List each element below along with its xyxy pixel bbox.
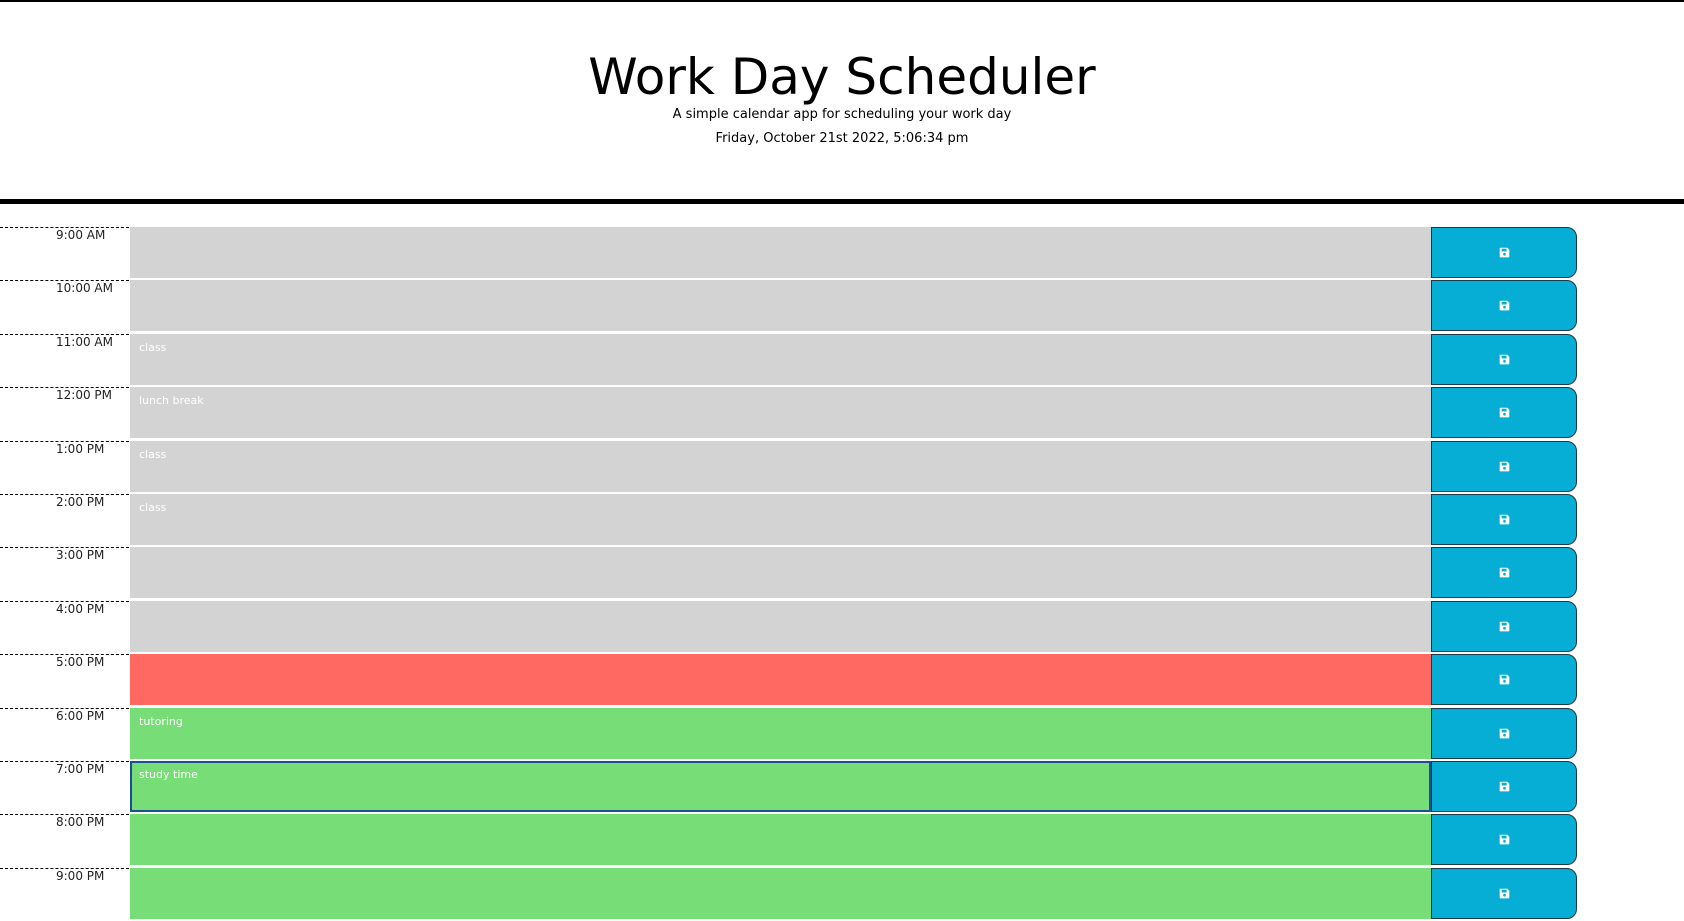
save-button[interactable]	[1431, 600, 1577, 652]
save-icon	[1499, 888, 1509, 898]
schedule-container: 9:00 AM 10:00 AM 11:00 AM class 12:00 PM lunc…	[0, 227, 1684, 921]
save-icon	[1499, 407, 1509, 418]
hour-text: 5:00 PM	[56, 655, 105, 670]
save-icon	[1499, 674, 1509, 685]
hour-text: 7:00 PM	[56, 761, 105, 776]
page-title: Work Day Scheduler	[588, 48, 1096, 106]
time-block-row: 10:00 AM	[0, 280, 1684, 333]
time-block-row: 3:00 PM	[0, 547, 1684, 600]
hour-text: 2:00 PM	[56, 494, 105, 509]
save-icon	[1499, 354, 1509, 365]
save-button[interactable]	[1431, 654, 1577, 706]
save-icon	[1499, 247, 1509, 258]
hour-text: 4:00 PM	[56, 601, 105, 616]
time-block-row: 4:00 PM	[0, 600, 1684, 654]
hour-text: 12:00 PM	[56, 388, 112, 403]
hour-label: 3:00 PM	[0, 547, 129, 599]
event-description-input[interactable]	[130, 867, 1431, 919]
event-description-input[interactable]: class	[130, 440, 1431, 492]
save-button[interactable]	[1431, 440, 1577, 492]
save-icon	[1499, 621, 1509, 632]
time-block-row: 11:00 AM class	[0, 333, 1684, 387]
current-datetime: Friday, October 21st 2022, 5:06:34 pm	[715, 131, 969, 146]
time-block-row: 6:00 PM tutoring	[0, 707, 1684, 761]
hour-label: 9:00 PM	[0, 867, 129, 920]
event-description-input[interactable]: lunch break	[130, 387, 1431, 439]
save-button[interactable]	[1431, 547, 1577, 599]
save-button[interactable]	[1431, 867, 1577, 919]
page-subtitle: A simple calendar app for scheduling you…	[672, 107, 1012, 122]
hour-text: 3:00 PM	[56, 548, 105, 563]
time-block-row: 8:00 PM	[0, 814, 1684, 867]
hour-text: 9:00 PM	[56, 868, 105, 883]
save-icon	[1499, 568, 1509, 578]
hour-label: 10:00 AM	[0, 280, 129, 332]
page-header: Work Day Scheduler A simple calendar app…	[0, 2, 1684, 199]
hour-text: 6:00 PM	[56, 708, 105, 723]
save-button[interactable]	[1431, 387, 1577, 439]
hour-text: 1:00 PM	[56, 441, 105, 456]
event-description-input[interactable]	[130, 600, 1431, 652]
hour-label: 11:00 AM	[0, 333, 129, 386]
save-icon	[1499, 461, 1509, 471]
hour-label: 2:00 PM	[0, 493, 129, 546]
hour-text: 11:00 AM	[56, 334, 113, 349]
event-description-input[interactable]	[130, 547, 1431, 599]
save-button[interactable]	[1431, 280, 1577, 332]
save-button[interactable]	[1431, 760, 1577, 812]
event-description-input[interactable]	[130, 814, 1431, 866]
hour-label: 5:00 PM	[0, 654, 129, 706]
save-icon	[1499, 728, 1509, 738]
hour-label: 7:00 PM	[0, 760, 129, 813]
time-block-row: 9:00 PM	[0, 867, 1684, 921]
time-block-row: 7:00 PM study time	[0, 760, 1684, 814]
hour-text: 9:00 AM	[56, 228, 106, 242]
time-block-row: 12:00 PM lunch break	[0, 387, 1684, 440]
save-button[interactable]	[1431, 814, 1577, 866]
save-button[interactable]	[1431, 493, 1577, 545]
hour-text: 8:00 PM	[56, 815, 105, 830]
save-icon	[1499, 301, 1509, 311]
event-description-input[interactable]: tutoring	[130, 707, 1431, 759]
save-icon	[1499, 781, 1509, 792]
event-description-input[interactable]: study time	[130, 760, 1431, 812]
hour-label: 1:00 PM	[0, 440, 129, 493]
time-block-row: 2:00 PM class	[0, 493, 1684, 547]
save-button[interactable]	[1431, 333, 1577, 385]
event-description-input[interactable]: class	[130, 333, 1431, 385]
header-divider	[0, 199, 1684, 204]
save-button[interactable]	[1431, 227, 1577, 278]
time-block-row: 5:00 PM	[0, 654, 1684, 707]
hour-label: 4:00 PM	[0, 600, 129, 653]
hour-label: 12:00 PM	[0, 387, 129, 439]
save-icon	[1499, 834, 1509, 845]
event-description-input[interactable]: class	[130, 493, 1431, 545]
hour-label: 9:00 AM	[0, 227, 129, 279]
event-description-input[interactable]	[130, 227, 1431, 278]
save-button[interactable]	[1431, 707, 1577, 759]
event-description-input[interactable]	[130, 280, 1431, 332]
event-description-input[interactable]	[130, 654, 1431, 706]
hour-text: 10:00 AM	[56, 281, 113, 296]
time-block-row: 1:00 PM class	[0, 440, 1684, 494]
hour-label: 8:00 PM	[0, 814, 129, 866]
hour-label: 6:00 PM	[0, 707, 129, 760]
save-icon	[1499, 514, 1509, 525]
time-block-row: 9:00 AM	[0, 227, 1684, 280]
